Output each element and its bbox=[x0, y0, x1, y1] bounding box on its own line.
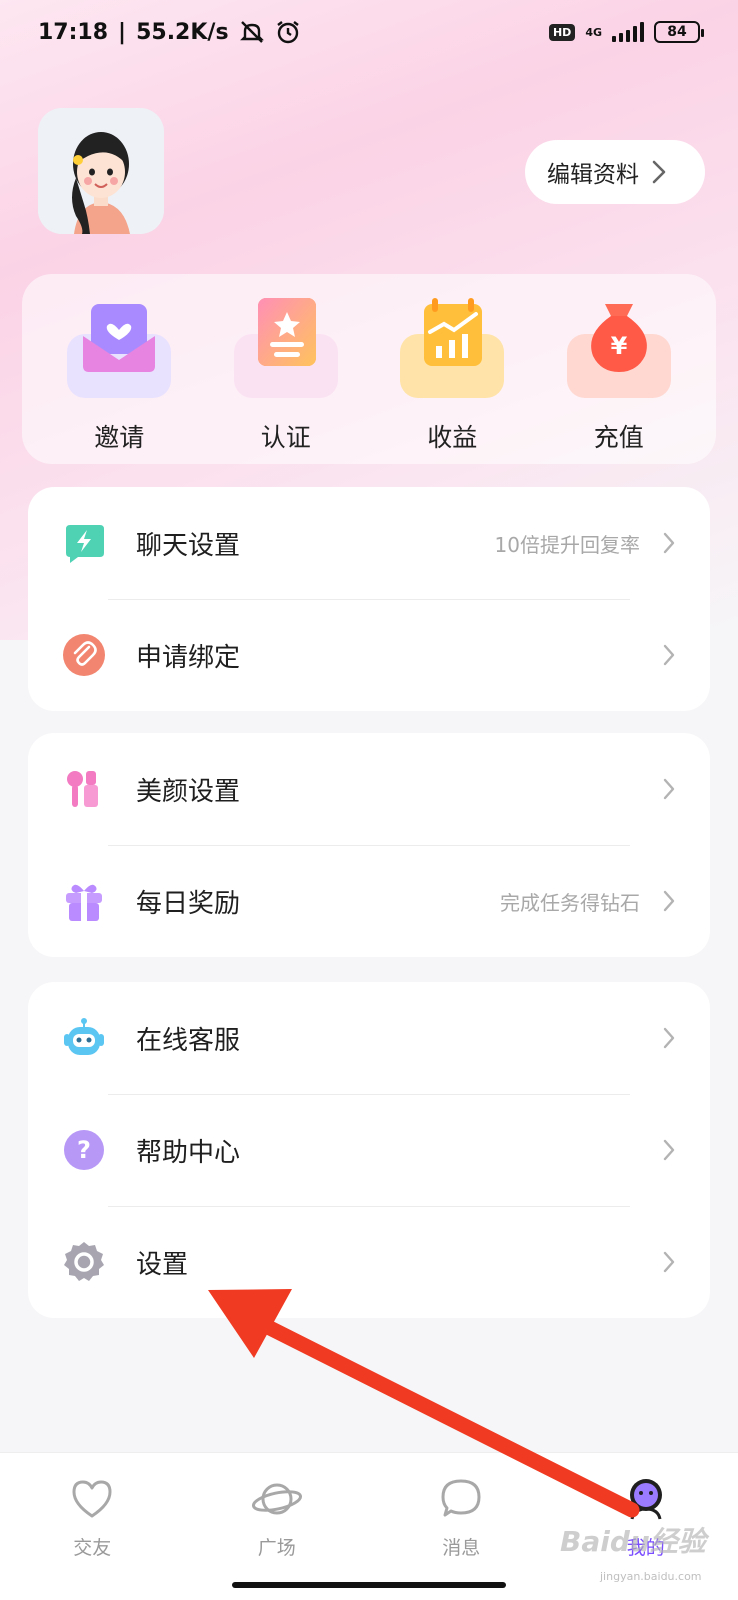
chevron-right-icon bbox=[663, 1027, 675, 1049]
status-time: 17:18 bbox=[38, 19, 109, 45]
profile-face-icon bbox=[629, 1479, 662, 1520]
chevron-right-icon bbox=[663, 1251, 675, 1273]
battery-level: 84 bbox=[667, 24, 687, 40]
menu-item-chat-settings[interactable]: 聊天设置 10倍提升回复率 bbox=[28, 487, 710, 599]
svg-text:¥: ¥ bbox=[610, 332, 627, 360]
earnings-chart-icon bbox=[400, 298, 505, 398]
mute-icon bbox=[239, 21, 264, 43]
menu-item-online-service[interactable]: 在线客服 bbox=[28, 982, 710, 1094]
planet-icon bbox=[251, 1483, 302, 1515]
edit-profile-button[interactable]: 编辑资料 bbox=[525, 140, 705, 204]
avatar-girl-illustration bbox=[38, 108, 164, 234]
tab-label: 广场 bbox=[257, 1537, 296, 1559]
hd-badge: HD bbox=[548, 23, 576, 41]
quick-actions-card: 邀请 认证 收益 ¥ 充值 bbox=[22, 274, 716, 464]
menu-item-label: 每日奖励 bbox=[136, 888, 241, 919]
quick-action-label: 充值 bbox=[593, 423, 644, 452]
network-type: 4G bbox=[585, 25, 602, 39]
menu-card-beauty: 美颜设置 每日奖励 完成任务得钻石 bbox=[28, 733, 710, 957]
menu-item-apply-binding[interactable]: 申请绑定 bbox=[28, 599, 710, 711]
menu-item-help-center[interactable]: ? 帮助中心 bbox=[28, 1094, 710, 1206]
home-indicator[interactable] bbox=[232, 1582, 506, 1588]
menu-item-settings[interactable]: 设置 bbox=[28, 1206, 710, 1318]
watermark-url: jingyan.baidu.com bbox=[600, 1570, 702, 1583]
signal-icon bbox=[612, 22, 644, 42]
menu-item-label: 在线客服 bbox=[136, 1025, 241, 1056]
paperclip-icon bbox=[63, 634, 105, 676]
edit-profile-label: 编辑资料 bbox=[547, 162, 639, 188]
quick-action-certify[interactable]: 认证 bbox=[216, 294, 356, 464]
watermark: Baidu经验 bbox=[560, 1525, 706, 1558]
chevron-right-icon bbox=[663, 644, 675, 666]
menu-item-beauty-settings[interactable]: 美颜设置 bbox=[28, 733, 710, 845]
tab-friends[interactable]: 交友 bbox=[0, 1453, 185, 1600]
quick-action-label: 收益 bbox=[427, 423, 478, 452]
beauty-makeup-icon bbox=[67, 771, 98, 807]
chevron-right-icon bbox=[663, 890, 675, 912]
quick-action-earnings[interactable]: 收益 bbox=[382, 294, 522, 464]
battery-icon: 84 bbox=[654, 21, 704, 43]
menu-card-chat: 聊天设置 10倍提升回复率 申请绑定 bbox=[28, 487, 710, 711]
tab-square[interactable]: 广场 bbox=[185, 1453, 370, 1600]
menu-item-hint: 10倍提升回复率 bbox=[494, 532, 640, 557]
menu-item-label: 设置 bbox=[136, 1249, 189, 1280]
menu-item-daily-reward[interactable]: 每日奖励 完成任务得钻石 bbox=[28, 845, 710, 957]
menu-item-label: 聊天设置 bbox=[136, 530, 241, 561]
menu-item-label: 帮助中心 bbox=[136, 1137, 241, 1168]
quick-action-label: 邀请 bbox=[94, 423, 145, 452]
heart-icon bbox=[72, 1480, 112, 1518]
chat-bubble-icon bbox=[441, 1479, 481, 1517]
avatar[interactable] bbox=[38, 108, 164, 234]
tab-label: 交友 bbox=[73, 1537, 112, 1559]
status-speed: 55.2K/s bbox=[136, 19, 229, 45]
invite-envelope-icon bbox=[67, 304, 172, 398]
menu-item-label: 美颜设置 bbox=[136, 776, 241, 807]
recharge-bag-icon: ¥ bbox=[566, 304, 671, 398]
gift-icon bbox=[66, 884, 102, 921]
question-icon: ? bbox=[64, 1130, 104, 1170]
status-bar: 17:18 | 55.2K/s HD 4G 84 bbox=[0, 0, 738, 64]
chevron-right-icon bbox=[663, 532, 675, 554]
menu-card-support: 在线客服 ? 帮助中心 设置 bbox=[28, 982, 710, 1318]
alarm-icon bbox=[276, 21, 299, 44]
certify-badge-icon bbox=[233, 298, 338, 398]
svg-text:?: ? bbox=[77, 1136, 91, 1164]
quick-action-invite[interactable]: 邀请 bbox=[49, 294, 189, 464]
chevron-right-icon bbox=[652, 160, 666, 184]
gear-icon bbox=[64, 1242, 104, 1281]
tab-label: 消息 bbox=[442, 1537, 481, 1559]
quick-action-recharge[interactable]: ¥ 充值 bbox=[549, 294, 689, 464]
robot-service-icon bbox=[64, 1018, 104, 1055]
menu-item-hint: 完成任务得钻石 bbox=[500, 890, 640, 915]
menu-item-label: 申请绑定 bbox=[136, 642, 241, 673]
chat-lightning-icon bbox=[66, 525, 104, 563]
chevron-right-icon bbox=[663, 778, 675, 800]
quick-action-label: 认证 bbox=[260, 423, 311, 452]
chevron-right-icon bbox=[663, 1139, 675, 1161]
tab-messages[interactable]: 消息 bbox=[369, 1453, 554, 1600]
